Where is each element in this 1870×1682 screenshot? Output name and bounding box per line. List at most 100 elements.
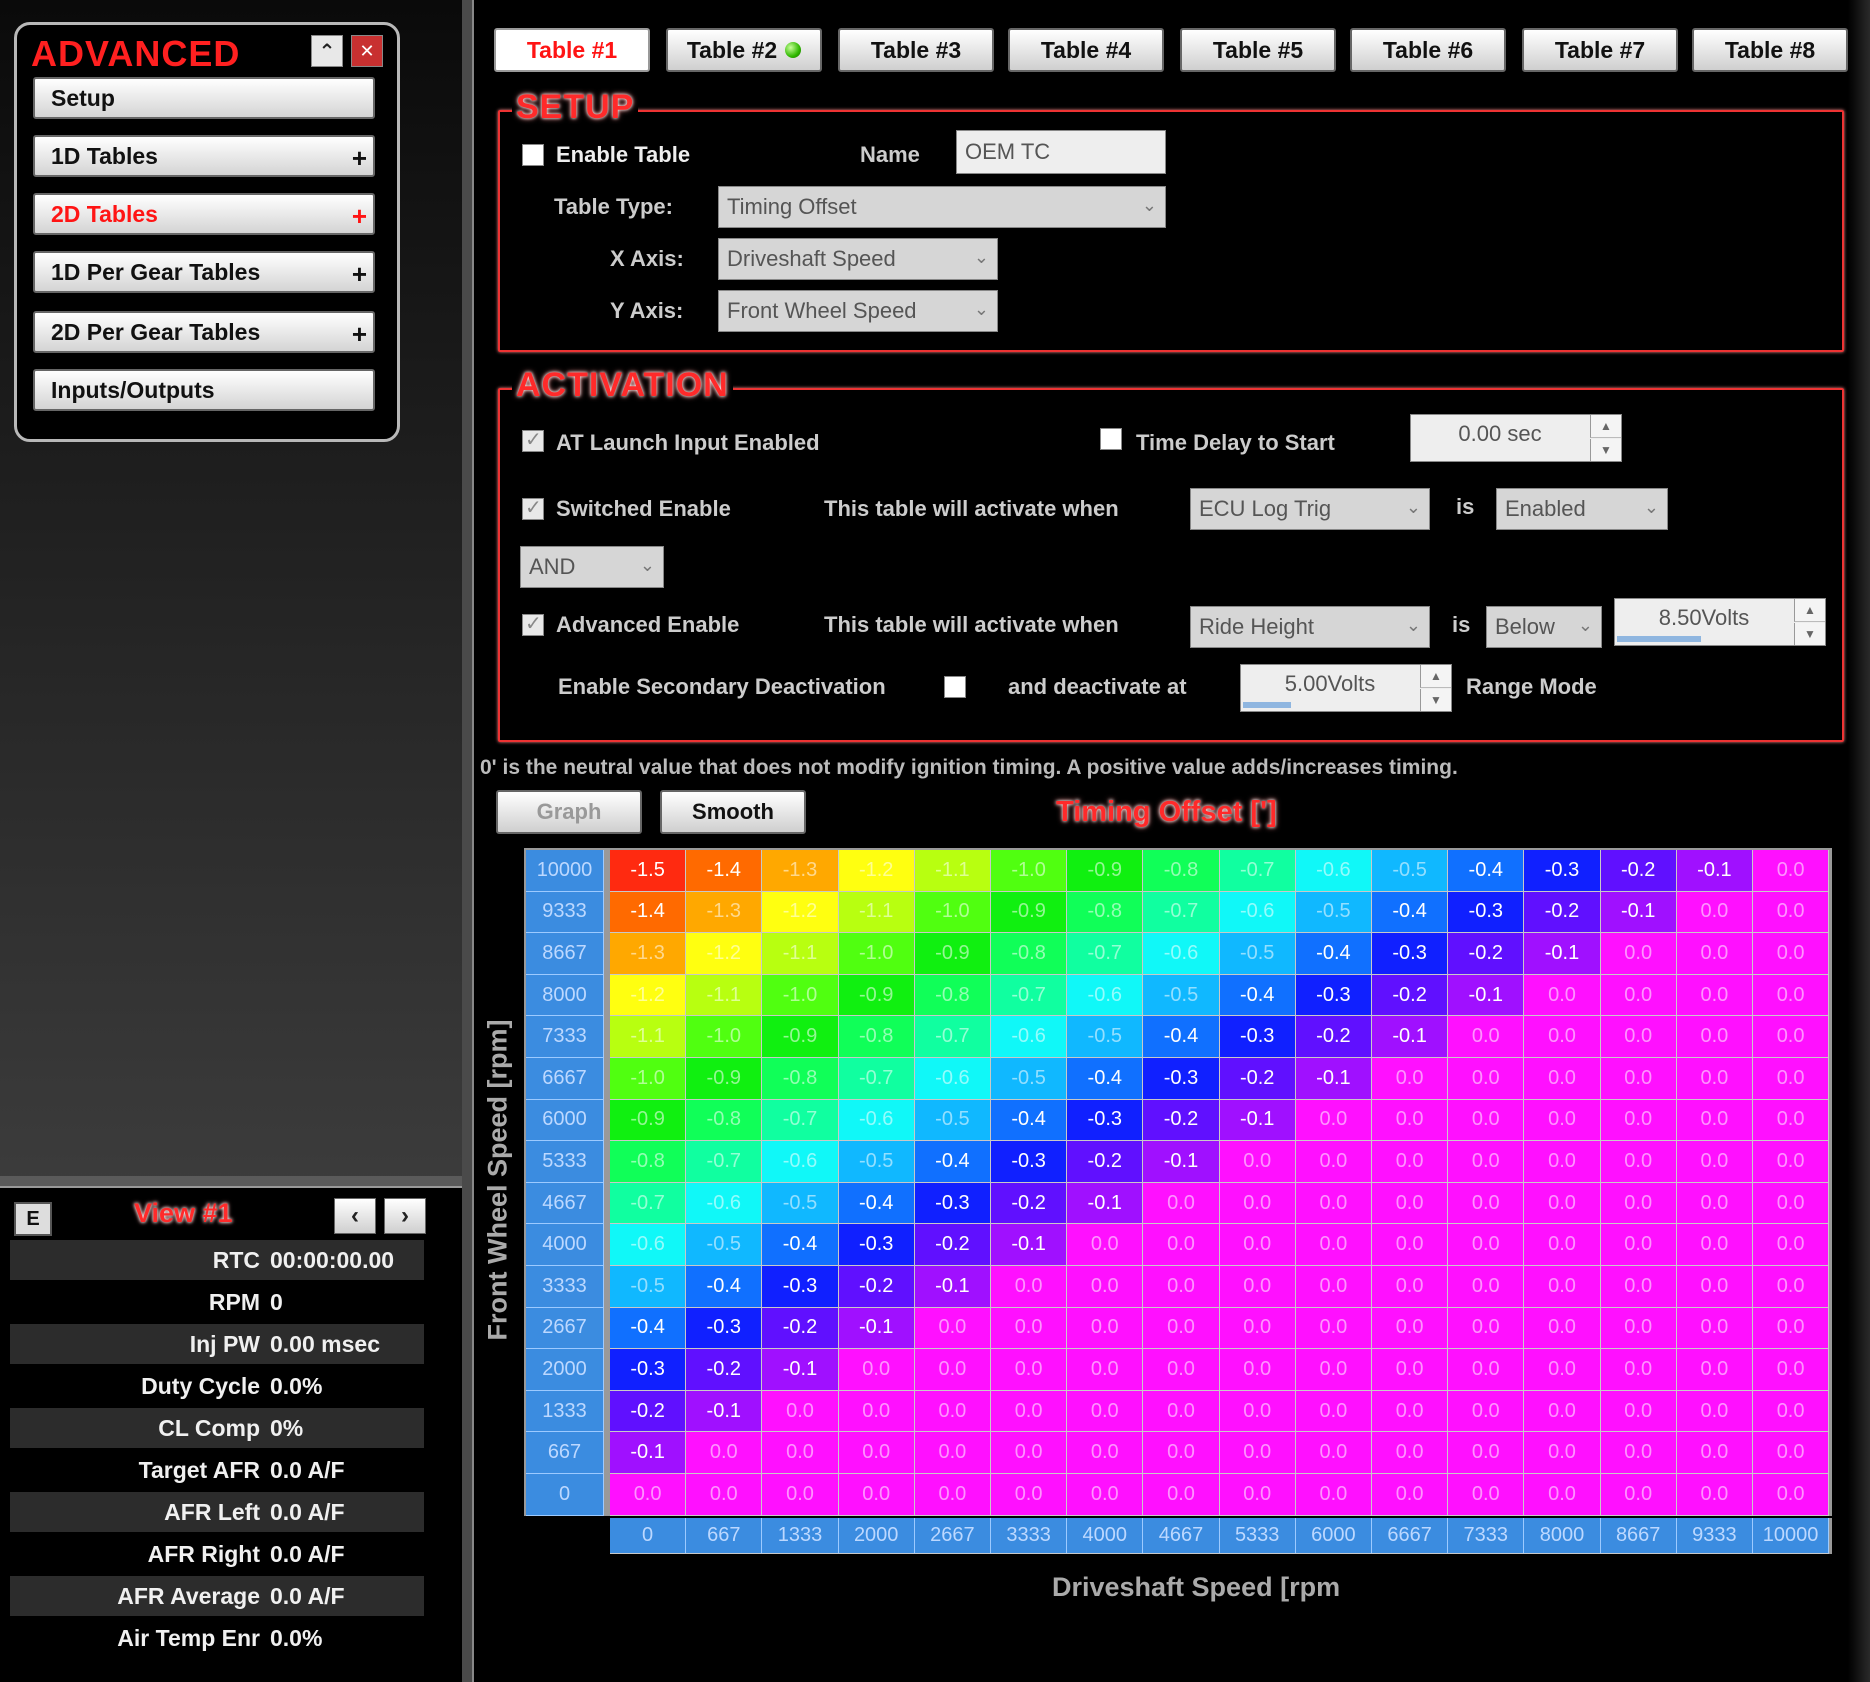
table-cell[interactable]: 0.0 bbox=[1753, 1058, 1829, 1100]
chevron-left-icon[interactable]: ‹ bbox=[334, 1198, 376, 1234]
chevron-right-icon[interactable]: › bbox=[384, 1198, 426, 1234]
table-cell[interactable]: -1.3 bbox=[686, 892, 762, 934]
table-cell[interactable]: -0.3 bbox=[686, 1308, 762, 1350]
y-axis-cell[interactable]: 8667 bbox=[526, 933, 604, 975]
tab-table-4[interactable]: Table #4 bbox=[1008, 28, 1164, 72]
table-cell[interactable]: 0.0 bbox=[1296, 1391, 1372, 1433]
advanced-condition-select[interactable]: Below⌄ bbox=[1486, 606, 1602, 648]
table-cell[interactable]: -0.2 bbox=[915, 1224, 991, 1266]
table-cell[interactable]: -0.3 bbox=[1372, 933, 1448, 975]
table-cell[interactable]: -0.7 bbox=[991, 975, 1067, 1017]
table-cell[interactable]: 0.0 bbox=[1296, 1349, 1372, 1391]
table-cell[interactable]: -1.2 bbox=[686, 933, 762, 975]
table-cell[interactable]: 0.0 bbox=[1524, 1100, 1600, 1142]
table-cell[interactable]: -0.1 bbox=[1448, 975, 1524, 1017]
deactivate-spinner[interactable]: 5.00Volts ▲ ▼ bbox=[1240, 664, 1452, 712]
graph-button[interactable]: Graph bbox=[496, 790, 642, 834]
table-cell[interactable]: -0.7 bbox=[1067, 933, 1143, 975]
table-cell[interactable]: 0.0 bbox=[1601, 1432, 1677, 1474]
x-axis-cell[interactable]: 6667 bbox=[1372, 1518, 1448, 1554]
nav-setup[interactable]: Setup bbox=[33, 77, 375, 119]
table-cell[interactable]: 0.0 bbox=[1753, 1308, 1829, 1350]
table-cell[interactable]: 0.0 bbox=[915, 1391, 991, 1433]
table-cell[interactable]: 0.0 bbox=[1296, 1308, 1372, 1350]
table-cell[interactable]: -0.5 bbox=[610, 1266, 686, 1308]
y-axis-cell[interactable]: 4667 bbox=[526, 1183, 604, 1225]
table-cell[interactable]: -0.1 bbox=[1143, 1141, 1219, 1183]
tab-table-6[interactable]: Table #6 bbox=[1350, 28, 1506, 72]
table-cell[interactable]: 0.0 bbox=[1296, 1224, 1372, 1266]
table-cell[interactable]: -0.2 bbox=[1601, 850, 1677, 892]
table-cell[interactable]: 0.0 bbox=[915, 1349, 991, 1391]
x-axis-cell[interactable]: 4667 bbox=[1143, 1518, 1219, 1554]
table-cell[interactable]: 0.0 bbox=[1677, 1183, 1753, 1225]
table-cell[interactable]: -0.4 bbox=[1143, 1016, 1219, 1058]
table-cell[interactable]: 0.0 bbox=[1524, 1474, 1600, 1516]
table-cell[interactable]: -1.5 bbox=[610, 850, 686, 892]
table-cell[interactable]: 0.0 bbox=[1753, 1391, 1829, 1433]
table-cell[interactable]: 0.0 bbox=[1296, 1474, 1372, 1516]
table-cell[interactable]: 0.0 bbox=[1372, 1224, 1448, 1266]
table-cell[interactable]: 0.0 bbox=[1372, 1349, 1448, 1391]
table-cell[interactable]: -0.4 bbox=[915, 1141, 991, 1183]
tab-table-3[interactable]: Table #3 bbox=[838, 28, 994, 72]
table-cell[interactable]: 0.0 bbox=[1677, 1141, 1753, 1183]
table-cell[interactable]: 0.0 bbox=[1143, 1224, 1219, 1266]
table-cell[interactable]: -0.8 bbox=[915, 975, 991, 1017]
table-cell[interactable]: 0.0 bbox=[1372, 1474, 1448, 1516]
table-cell[interactable]: -0.2 bbox=[839, 1266, 915, 1308]
table-cell[interactable]: -0.3 bbox=[610, 1349, 686, 1391]
x-axis-cell[interactable]: 10000 bbox=[1753, 1518, 1829, 1554]
table-cell[interactable]: 0.0 bbox=[1296, 1432, 1372, 1474]
table-cell[interactable]: 0.0 bbox=[1143, 1474, 1219, 1516]
nav-2d-per-gear-tables[interactable]: 2D Per Gear Tables + bbox=[33, 311, 375, 353]
table-cell[interactable]: 0.0 bbox=[1067, 1266, 1143, 1308]
x-axis-cell[interactable]: 1333 bbox=[762, 1518, 838, 1554]
table-cell[interactable]: -0.9 bbox=[1067, 850, 1143, 892]
table-cell[interactable]: 0.0 bbox=[1448, 1016, 1524, 1058]
y-axis-cell[interactable]: 0 bbox=[526, 1474, 604, 1516]
table-cell[interactable]: 0.0 bbox=[1372, 1100, 1448, 1142]
x-axis-cell[interactable]: 667 bbox=[686, 1518, 762, 1554]
x-axis-cell[interactable]: 4000 bbox=[1067, 1518, 1143, 1554]
y-axis-cell[interactable]: 1333 bbox=[526, 1391, 604, 1433]
y-axis-cell[interactable]: 667 bbox=[526, 1432, 604, 1474]
table-cell[interactable]: -0.7 bbox=[1143, 892, 1219, 934]
y-axis-cell[interactable]: 9333 bbox=[526, 892, 604, 934]
table-cell[interactable]: 0.0 bbox=[1601, 1474, 1677, 1516]
table-cell[interactable]: 0.0 bbox=[1753, 1224, 1829, 1266]
x-axis-select[interactable]: Driveshaft Speed⌄ bbox=[718, 238, 998, 280]
table-cell[interactable]: -0.8 bbox=[839, 1016, 915, 1058]
table-cell[interactable]: -0.6 bbox=[1067, 975, 1143, 1017]
table-cell[interactable]: 0.0 bbox=[1067, 1308, 1143, 1350]
table-cell[interactable]: -0.3 bbox=[839, 1224, 915, 1266]
table-cell[interactable]: -0.9 bbox=[915, 933, 991, 975]
table-cell[interactable]: -0.8 bbox=[762, 1058, 838, 1100]
table-cell[interactable]: 0.0 bbox=[915, 1432, 991, 1474]
table-cell[interactable]: -1.3 bbox=[762, 850, 838, 892]
table-cell[interactable]: 0.0 bbox=[1143, 1183, 1219, 1225]
table-cell[interactable]: -1.1 bbox=[915, 850, 991, 892]
table-cell[interactable]: -0.4 bbox=[762, 1224, 838, 1266]
table-cell[interactable]: 0.0 bbox=[1524, 1183, 1600, 1225]
table-cell[interactable]: 0.0 bbox=[1220, 1349, 1296, 1391]
table-cell[interactable]: 0.0 bbox=[1601, 1308, 1677, 1350]
table-cell[interactable]: 0.0 bbox=[839, 1349, 915, 1391]
table-cell[interactable]: 0.0 bbox=[1220, 1308, 1296, 1350]
table-cell[interactable]: -0.9 bbox=[839, 975, 915, 1017]
table-cell[interactable]: -1.0 bbox=[686, 1016, 762, 1058]
table-cell[interactable]: -0.5 bbox=[1296, 892, 1372, 934]
table-cell[interactable]: -0.1 bbox=[915, 1266, 991, 1308]
table-cell[interactable]: 0.0 bbox=[1067, 1432, 1143, 1474]
table-cell[interactable]: 0.0 bbox=[991, 1266, 1067, 1308]
table-cell[interactable]: 0.0 bbox=[1601, 1266, 1677, 1308]
tab-table-8[interactable]: Table #8 bbox=[1692, 28, 1848, 72]
table-cell[interactable]: 0.0 bbox=[1677, 1058, 1753, 1100]
table-cell[interactable]: 0.0 bbox=[1220, 1183, 1296, 1225]
table-cell[interactable]: 0.0 bbox=[1601, 1349, 1677, 1391]
table-cell[interactable]: 0.0 bbox=[1448, 1141, 1524, 1183]
table-cell[interactable]: 0.0 bbox=[1677, 892, 1753, 934]
table-cell[interactable]: 0.0 bbox=[839, 1432, 915, 1474]
table-cell[interactable]: 0.0 bbox=[915, 1308, 991, 1350]
spin-down-icon[interactable]: ▼ bbox=[1420, 689, 1451, 711]
